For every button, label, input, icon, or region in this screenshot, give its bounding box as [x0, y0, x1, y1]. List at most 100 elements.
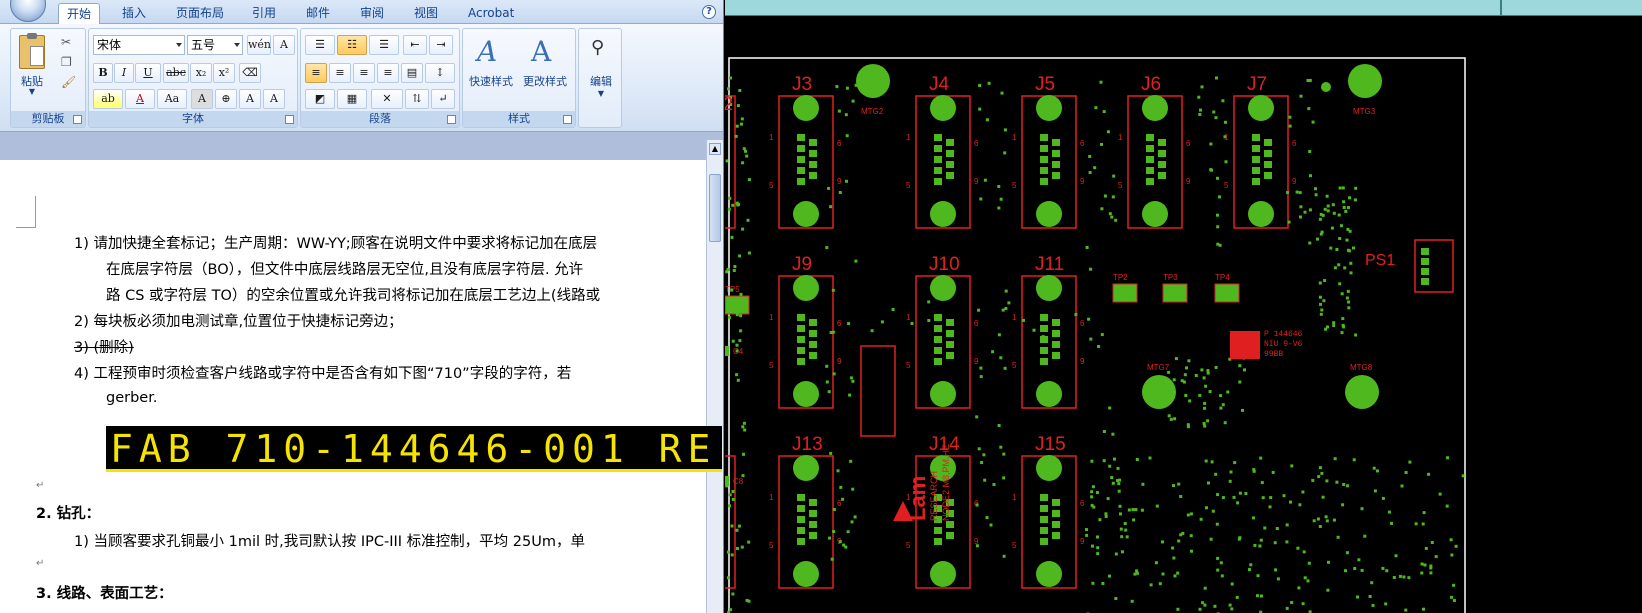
chinese-layout-button[interactable]: ✕	[371, 89, 403, 109]
format-painter-icon[interactable]: 🖌	[61, 75, 76, 89]
via	[1445, 504, 1449, 508]
help-icon[interactable]: ?	[702, 5, 716, 19]
enclose-char-button[interactable]: ⊕	[215, 89, 237, 109]
pin-pad	[946, 139, 954, 146]
cut-icon[interactable]: ✂	[61, 35, 71, 49]
strikethrough-button[interactable]: abc	[163, 63, 189, 83]
via	[1093, 166, 1097, 170]
pin-pad	[797, 516, 805, 523]
pin-number: 5	[1012, 181, 1017, 190]
highlight-button[interactable]: ab	[93, 89, 123, 109]
borders-button[interactable]: ▦	[337, 89, 367, 109]
change-styles-button[interactable]: 更改样式	[517, 73, 573, 89]
tab-view[interactable]: 视图	[406, 3, 446, 24]
via	[1449, 538, 1453, 542]
tab-home[interactable]: 开始	[58, 3, 101, 25]
quick-styles-icon[interactable]: A	[477, 35, 497, 68]
multilevel-list-button[interactable]: ☰	[369, 35, 399, 55]
paragraph-launcher-icon[interactable]	[447, 115, 456, 124]
via	[832, 372, 836, 376]
via	[978, 84, 982, 87]
tab-references[interactable]: 引用	[244, 3, 284, 24]
align-left-button[interactable]: ≡	[305, 63, 327, 83]
via	[1221, 496, 1225, 500]
align-center-button[interactable]: ≡	[329, 63, 351, 83]
clear-format-icon[interactable]: ⌫	[239, 63, 261, 83]
via	[1155, 504, 1159, 508]
quick-styles-button[interactable]: 快速样式	[463, 73, 519, 89]
edit-button[interactable]: 编辑	[581, 73, 621, 89]
pin-pad	[934, 527, 942, 534]
via	[1100, 333, 1104, 337]
pin-pad	[1040, 178, 1048, 185]
change-case-button[interactable]: Aa	[157, 89, 187, 109]
font-color-button[interactable]: A	[125, 89, 155, 109]
scroll-thumb[interactable]	[709, 174, 721, 242]
tab-page-layout[interactable]: 页面布局	[168, 3, 232, 24]
via	[735, 343, 739, 347]
bold-button[interactable]: B	[93, 63, 113, 83]
font-size-combo[interactable]: 五号	[187, 35, 243, 55]
via	[1373, 489, 1377, 493]
via	[1387, 510, 1391, 514]
justify-button[interactable]: ≡	[377, 63, 399, 83]
char-border-button[interactable]: A	[273, 35, 295, 55]
tab-insert[interactable]: 插入	[114, 3, 154, 24]
tab-review[interactable]: 审阅	[352, 3, 392, 24]
line-spacing-button[interactable]: ↕	[425, 63, 455, 83]
numbering-button[interactable]: ☷	[337, 35, 367, 55]
shrink-font-button[interactable]: A	[263, 89, 285, 109]
underline-button[interactable]: U	[135, 63, 161, 83]
tab-mailings[interactable]: 邮件	[298, 3, 338, 24]
font-name-combo[interactable]: 宋体	[93, 35, 185, 55]
shading-button[interactable]: ◩	[305, 89, 335, 109]
distribute-button[interactable]: ▤	[401, 63, 423, 83]
char-shading-button[interactable]: A	[191, 89, 213, 109]
change-styles-icon[interactable]: A	[531, 35, 551, 68]
via	[1111, 481, 1115, 485]
via	[825, 380, 829, 384]
pin-pad	[946, 161, 954, 168]
via	[1214, 472, 1218, 476]
clipboard-launcher-icon[interactable]	[73, 115, 82, 124]
via	[727, 315, 731, 319]
scroll-up-icon[interactable]: ▲	[709, 143, 721, 155]
pin-pad	[1052, 532, 1060, 539]
subscript-button[interactable]: x₂	[190, 63, 212, 83]
pin-number: 6	[1080, 319, 1085, 328]
pcb-canvas[interactable]: J3 1 5 6 9 J4 1 5 6 9 J5 1 5 6 9 J6 1 5 6 9 J7 1 5 6 9 J9 1 5 6 9 J10 1…	[725, 16, 1642, 613]
vertical-scrollbar[interactable]: ▲	[706, 140, 723, 613]
connector-label: J7	[1247, 74, 1267, 95]
paste-icon[interactable]	[19, 33, 45, 69]
phonetic-guide-button[interactable]: wén	[247, 35, 271, 55]
copy-icon[interactable]: ❐	[61, 55, 72, 69]
via	[1232, 495, 1236, 499]
via	[732, 269, 736, 272]
align-right-button[interactable]: ≡	[353, 63, 375, 83]
via	[740, 117, 744, 121]
via	[1230, 607, 1234, 611]
decrease-indent-button[interactable]: ⇤	[403, 35, 427, 55]
increase-indent-button[interactable]: ⇥	[429, 35, 453, 55]
superscript-button[interactable]: x²	[213, 63, 235, 83]
via	[1102, 430, 1106, 433]
via	[1352, 246, 1355, 250]
pin-pad	[809, 161, 817, 168]
sort-button[interactable]: ⇅	[405, 89, 429, 109]
styles-launcher-icon[interactable]	[563, 115, 572, 124]
bullets-button[interactable]: ☰	[305, 35, 335, 55]
pin-number: 1	[906, 133, 911, 142]
show-marks-button[interactable]: ↵	[431, 89, 455, 109]
font-launcher-icon[interactable]	[285, 115, 294, 124]
via	[1119, 512, 1122, 516]
edit-dropdown-icon[interactable]: ▼	[581, 89, 621, 98]
via	[1180, 379, 1184, 383]
pcb-viewer[interactable]: J3 1 5 6 9 J4 1 5 6 9 J5 1 5 6 9 J6 1 5 6 9 J7 1 5 6 9 J9 1 5 6 9 J10 1…	[725, 16, 1642, 613]
via	[1090, 503, 1094, 507]
binoculars-icon[interactable]: ⚲	[591, 37, 604, 58]
italic-button[interactable]: I	[114, 63, 134, 83]
grow-font-button[interactable]: A	[239, 89, 261, 109]
tab-acrobat[interactable]: Acrobat	[460, 3, 522, 24]
paste-dropdown-icon[interactable]: ▼	[23, 87, 41, 96]
office-button[interactable]	[10, 0, 46, 22]
